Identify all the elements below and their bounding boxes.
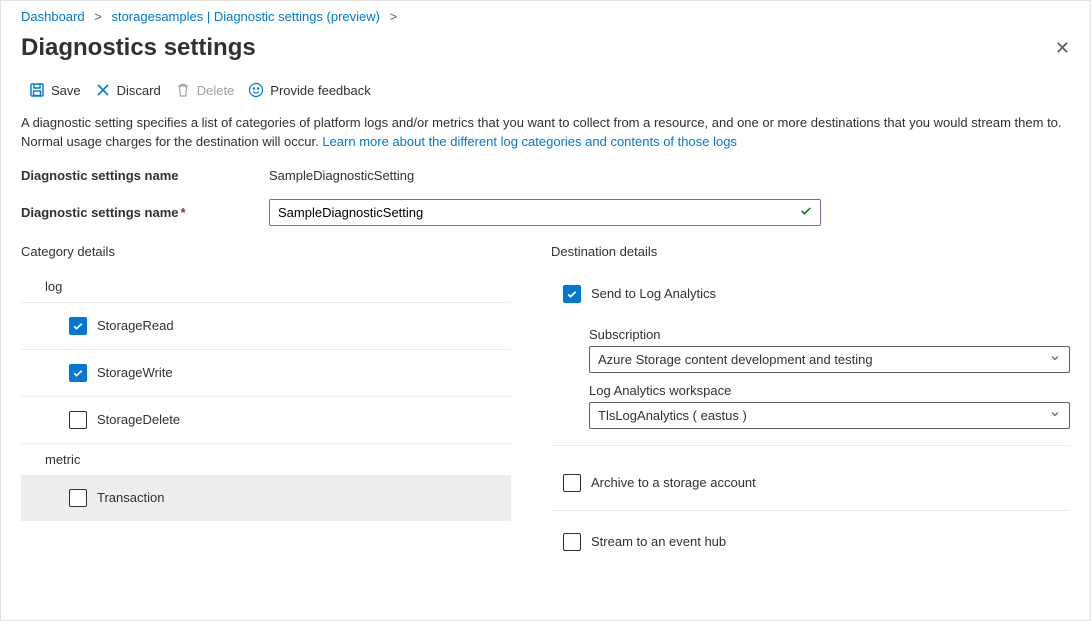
workspace-value: TlsLogAnalytics ( eastus ) <box>598 408 747 423</box>
delete-label: Delete <box>197 83 235 98</box>
save-label: Save <box>51 83 81 98</box>
save-button[interactable]: Save <box>29 82 81 98</box>
category-details-title: Category details <box>21 240 511 271</box>
workspace-select[interactable]: TlsLogAnalytics ( eastus ) <box>589 402 1070 429</box>
description: A diagnostic setting specifies a list of… <box>1 108 1090 166</box>
breadcrumb-storagesamples[interactable]: storagesamples | Diagnostic settings (pr… <box>111 9 380 24</box>
subscription-value: Azure Storage content development and te… <box>598 352 873 367</box>
discard-button[interactable]: Discard <box>95 82 161 98</box>
feedback-button[interactable]: Provide feedback <box>248 82 370 98</box>
close-icon[interactable]: ✕ <box>1055 38 1070 59</box>
name-readonly-value: SampleDiagnosticSetting <box>269 168 414 183</box>
chevron-down-icon <box>1049 408 1061 423</box>
transaction-checkbox[interactable] <box>69 489 87 507</box>
name-input-label: Diagnostic settings name* <box>21 205 269 220</box>
storagewrite-label: StorageWrite <box>97 365 173 380</box>
storageread-label: StorageRead <box>97 318 174 333</box>
subscription-select[interactable]: Azure Storage content development and te… <box>589 346 1070 373</box>
destination-details-title: Destination details <box>551 240 1070 271</box>
name-readonly-label: Diagnostic settings name <box>21 168 269 183</box>
feedback-label: Provide feedback <box>270 83 370 98</box>
diagnostic-name-input[interactable] <box>269 199 821 226</box>
log-storagewrite-row: StorageWrite <box>21 350 511 397</box>
feedback-icon <box>248 82 264 98</box>
eventhub-label: Stream to an event hub <box>591 534 726 549</box>
breadcrumb-dashboard[interactable]: Dashboard <box>21 9 85 24</box>
dest-storage-row: Archive to a storage account <box>551 460 1070 511</box>
breadcrumb-sep: > <box>94 9 102 24</box>
loganalytics-checkbox[interactable] <box>563 285 581 303</box>
save-icon <box>29 82 45 98</box>
storagedelete-label: StorageDelete <box>97 412 180 427</box>
toolbar: Save Discard Delete Provide feedback <box>1 76 1090 108</box>
delete-button: Delete <box>175 82 235 98</box>
loganalytics-label: Send to Log Analytics <box>591 286 716 301</box>
eventhub-checkbox[interactable] <box>563 533 581 551</box>
subscription-label: Subscription <box>589 327 1070 346</box>
valid-icon <box>799 204 813 221</box>
chevron-down-icon <box>1049 352 1061 367</box>
storagedelete-checkbox[interactable] <box>69 411 87 429</box>
page-title: Diagnostics settings <box>21 34 256 62</box>
delete-icon <box>175 82 191 98</box>
metric-transaction-row: Transaction <box>21 475 511 521</box>
breadcrumb-sep: > <box>390 9 398 24</box>
log-storageread-row: StorageRead <box>21 303 511 350</box>
log-group-title: log <box>21 271 511 303</box>
dest-loganalytics-row: Send to Log Analytics <box>551 271 1070 317</box>
storageread-checkbox[interactable] <box>69 317 87 335</box>
log-storagedelete-row: StorageDelete <box>21 397 511 444</box>
dest-eventhub-row: Stream to an event hub <box>551 519 1070 565</box>
discard-label: Discard <box>117 83 161 98</box>
storage-label: Archive to a storage account <box>591 475 756 490</box>
transaction-label: Transaction <box>97 490 164 505</box>
storage-checkbox[interactable] <box>563 474 581 492</box>
discard-icon <box>95 82 111 98</box>
metric-group-title: metric <box>21 444 511 475</box>
learn-more-link[interactable]: Learn more about the different log categ… <box>322 134 737 149</box>
workspace-label: Log Analytics workspace <box>589 383 1070 402</box>
breadcrumb: Dashboard > storagesamples | Diagnostic … <box>1 1 1090 28</box>
storagewrite-checkbox[interactable] <box>69 364 87 382</box>
